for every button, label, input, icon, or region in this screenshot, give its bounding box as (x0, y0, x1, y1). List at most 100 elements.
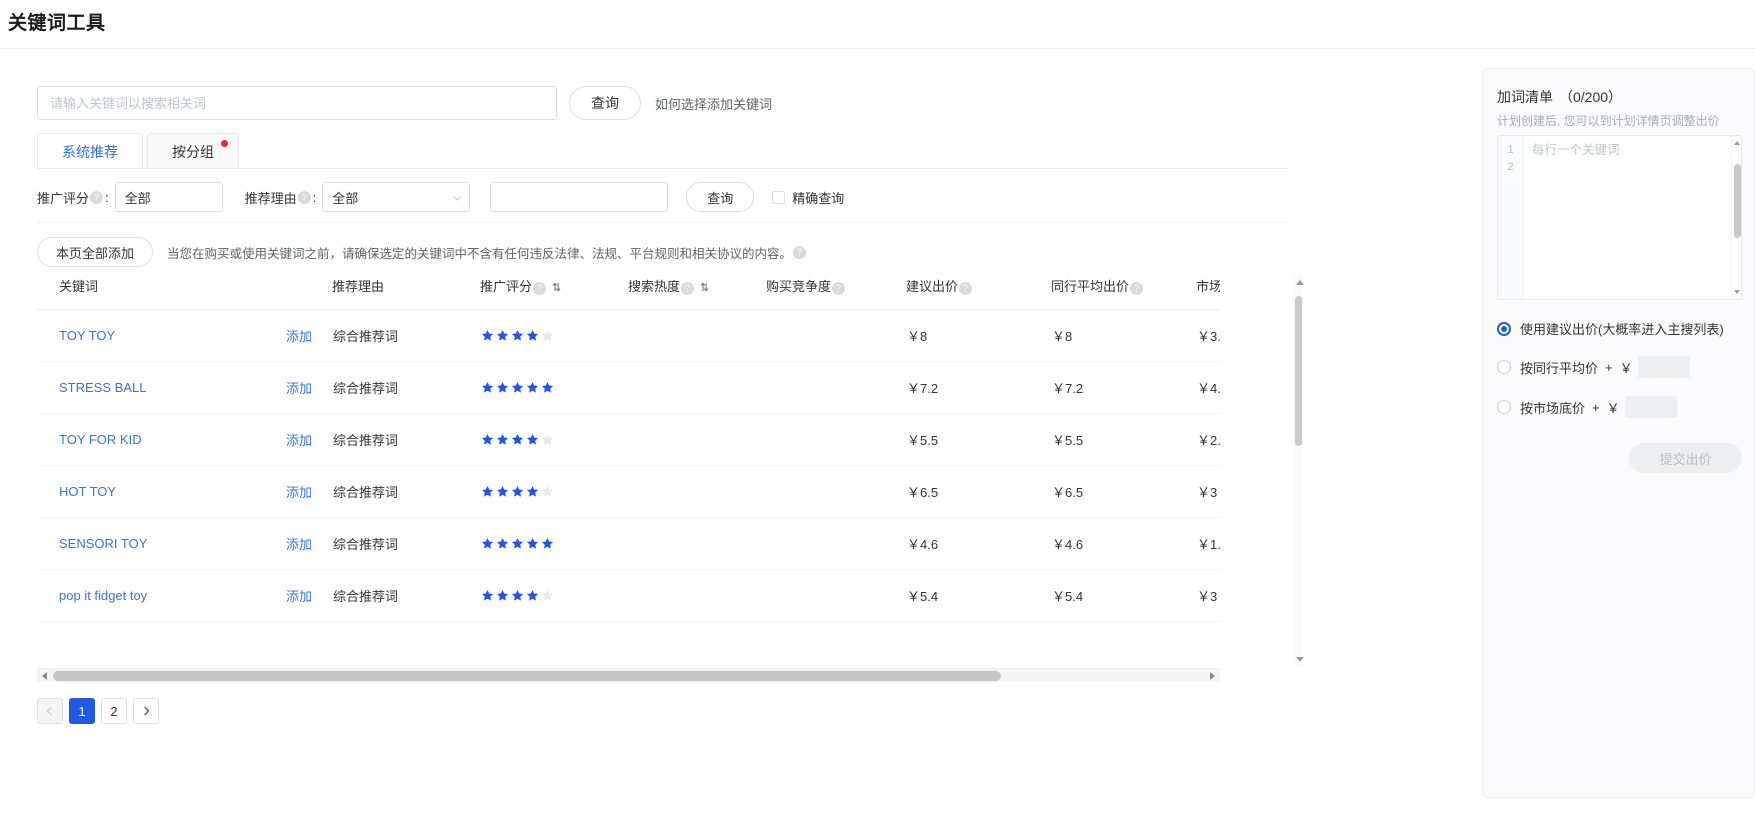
sort-icon[interactable]: ⇅ (552, 281, 561, 294)
bid-amount-input[interactable] (1637, 356, 1690, 378)
scroll-up-arrow-icon[interactable] (1734, 141, 1740, 145)
compliance-notice-text: 当您在购买或使用关键词之前，请确保选定的关键词中不含有任何违反法律、法规、平台规… (167, 246, 793, 261)
keyword-link[interactable]: pop it fidget toy (59, 588, 147, 603)
textarea-scrollbar[interactable] (1731, 136, 1741, 299)
checkbox-box-icon (772, 190, 786, 204)
keyword-link[interactable]: STRESS BALL (59, 380, 146, 395)
add-keyword-link[interactable]: 添加 (286, 329, 312, 344)
keyword-textarea[interactable]: 每行一个关键词 (1524, 136, 1731, 299)
star-icon (511, 381, 524, 393)
keyword-link[interactable]: TOY FOR KID (59, 432, 142, 447)
bid-amount-input[interactable] (1624, 396, 1677, 418)
scroll-down-arrow-icon[interactable] (1734, 290, 1740, 294)
promotion-score-filter-label: 推广评分 ?: (37, 189, 109, 206)
th-market-floor: 市场底价 (1196, 276, 1220, 310)
tab-by-group[interactable]: 按分组 (147, 133, 239, 169)
star-rating (481, 329, 627, 342)
scroll-left-arrow-icon[interactable] (42, 671, 47, 680)
cell-peer-avg-bid: ￥5.5 (1051, 413, 1196, 466)
cell-promotion-score (480, 517, 628, 570)
pagination-page-2[interactable]: 2 (101, 698, 127, 724)
radio-icon[interactable] (1497, 321, 1511, 336)
search-row: 查询 如何选择添加关键词 (37, 86, 772, 120)
star-icon (541, 381, 554, 393)
horizontal-scroll-thumb[interactable] (53, 671, 1001, 681)
filter-query-button[interactable]: 查询 (686, 182, 755, 212)
help-icon[interactable]: ? (90, 190, 104, 204)
scroll-up-arrow-icon[interactable] (1295, 280, 1304, 285)
cell-promotion-score (480, 361, 628, 414)
cell-reason: 综合推荐词 (332, 465, 480, 518)
star-icon (481, 589, 494, 601)
cell-suggested-bid: ￥5.4 (906, 569, 1051, 622)
bid-option-label: 按同行平均价 (1520, 360, 1599, 376)
scroll-down-arrow-icon[interactable] (1295, 657, 1304, 662)
recommend-reason-select[interactable]: 全部 (322, 182, 471, 212)
vertical-scroll-thumb[interactable] (1295, 296, 1302, 446)
cell-market-floor: ￥2.8 (1196, 413, 1220, 466)
recommend-reason-select-value: 全部 (332, 190, 359, 206)
tab-system-recommend[interactable]: 系统推荐 (37, 133, 143, 169)
keyword-link[interactable]: TOY TOY (59, 328, 115, 343)
cell-suggested-bid: ￥4.6 (906, 517, 1051, 570)
star-icon (511, 433, 524, 445)
exact-query-checkbox[interactable]: 精确查询 (772, 188, 844, 207)
search-query-button[interactable]: 查询 (569, 86, 641, 120)
tab-underline (37, 168, 1288, 169)
help-icon[interactable]: ? (681, 282, 695, 295)
help-icon[interactable]: ? (533, 282, 547, 295)
keyword-link[interactable]: SENSORI TOY (59, 536, 147, 551)
th-promotion-score[interactable]: 推广评分? ⇅ (480, 276, 628, 310)
add-keyword-link[interactable]: 添加 (286, 589, 312, 604)
how-to-add-keywords-link[interactable]: 如何选择添加关键词 (655, 94, 772, 113)
chevron-left-icon (46, 706, 56, 716)
page-title: 关键词工具 (8, 13, 106, 34)
yen-sign: ￥ (1619, 360, 1633, 376)
table-row: SENSORI TOY添加综合推荐词￥4.6￥4.6￥1.9 (37, 517, 1220, 570)
filter-text-input[interactable] (490, 182, 669, 212)
radio-icon[interactable] (1497, 400, 1511, 414)
table-horizontal-scrollbar[interactable] (37, 668, 1220, 682)
star-icon (511, 589, 524, 601)
keyword-link[interactable]: HOT TOY (59, 484, 116, 499)
help-icon[interactable]: ? (959, 282, 973, 295)
help-icon[interactable]: ? (1130, 282, 1144, 295)
help-icon[interactable]: ? (297, 190, 311, 204)
textarea-scroll-thumb[interactable] (1733, 164, 1741, 238)
help-icon[interactable]: ? (832, 282, 846, 295)
bid-option-0[interactable]: 使用建议出价(大概率进入主搜列表) (1497, 319, 1745, 338)
cell-keyword: TOY TOY (37, 309, 285, 362)
keyword-textarea-wrapper[interactable]: 1 2 每行一个关键词 (1497, 135, 1742, 300)
add-keyword-link[interactable]: 添加 (286, 433, 312, 448)
cell-keyword: pop it fidget toy (37, 569, 285, 622)
bid-option-1[interactable]: 按同行平均价 + ￥ (1497, 356, 1745, 378)
add-keyword-link[interactable]: 添加 (286, 485, 312, 500)
cell-market-floor: ￥3 (1196, 569, 1220, 622)
add-all-on-page-button[interactable]: 本页全部添加 (37, 237, 154, 267)
th-peer-avg-bid: 同行平均出价? (1051, 276, 1196, 310)
bid-option-2[interactable]: 按市场底价 + ￥ (1497, 396, 1745, 418)
pagination-prev[interactable] (37, 698, 63, 724)
scroll-right-arrow-icon[interactable] (1210, 671, 1215, 680)
pagination-next[interactable] (133, 698, 159, 724)
sort-icon[interactable]: ⇅ (700, 281, 709, 294)
th-search-heat[interactable]: 搜索热度? ⇅ (628, 276, 766, 310)
help-icon[interactable]: ? (793, 245, 807, 259)
cell-promotion-score (480, 309, 628, 362)
cell-suggested-bid: ￥7.2 (906, 361, 1051, 414)
chevron-down-icon (453, 192, 462, 201)
pagination-page-1[interactable]: 1 (69, 698, 95, 724)
line-number: 2 (1507, 161, 1514, 173)
promotion-score-input[interactable] (114, 182, 223, 212)
submit-bid-button[interactable]: 提交出价 (1629, 443, 1742, 473)
add-keyword-link[interactable]: 添加 (286, 537, 312, 552)
star-icon (541, 589, 554, 601)
add-keyword-link[interactable]: 添加 (286, 381, 312, 396)
search-input[interactable] (37, 86, 557, 120)
add-keywords-panel: 加词清单 （0/200） 计划创建后, 您可以到计划详情页调整出价 1 2 每行一… (1482, 68, 1755, 798)
table-vertical-scrollbar[interactable] (1294, 276, 1304, 666)
header-divider (0, 48, 1755, 49)
radio-icon[interactable] (1497, 360, 1511, 374)
star-icon (541, 485, 554, 497)
star-icon (526, 485, 539, 497)
